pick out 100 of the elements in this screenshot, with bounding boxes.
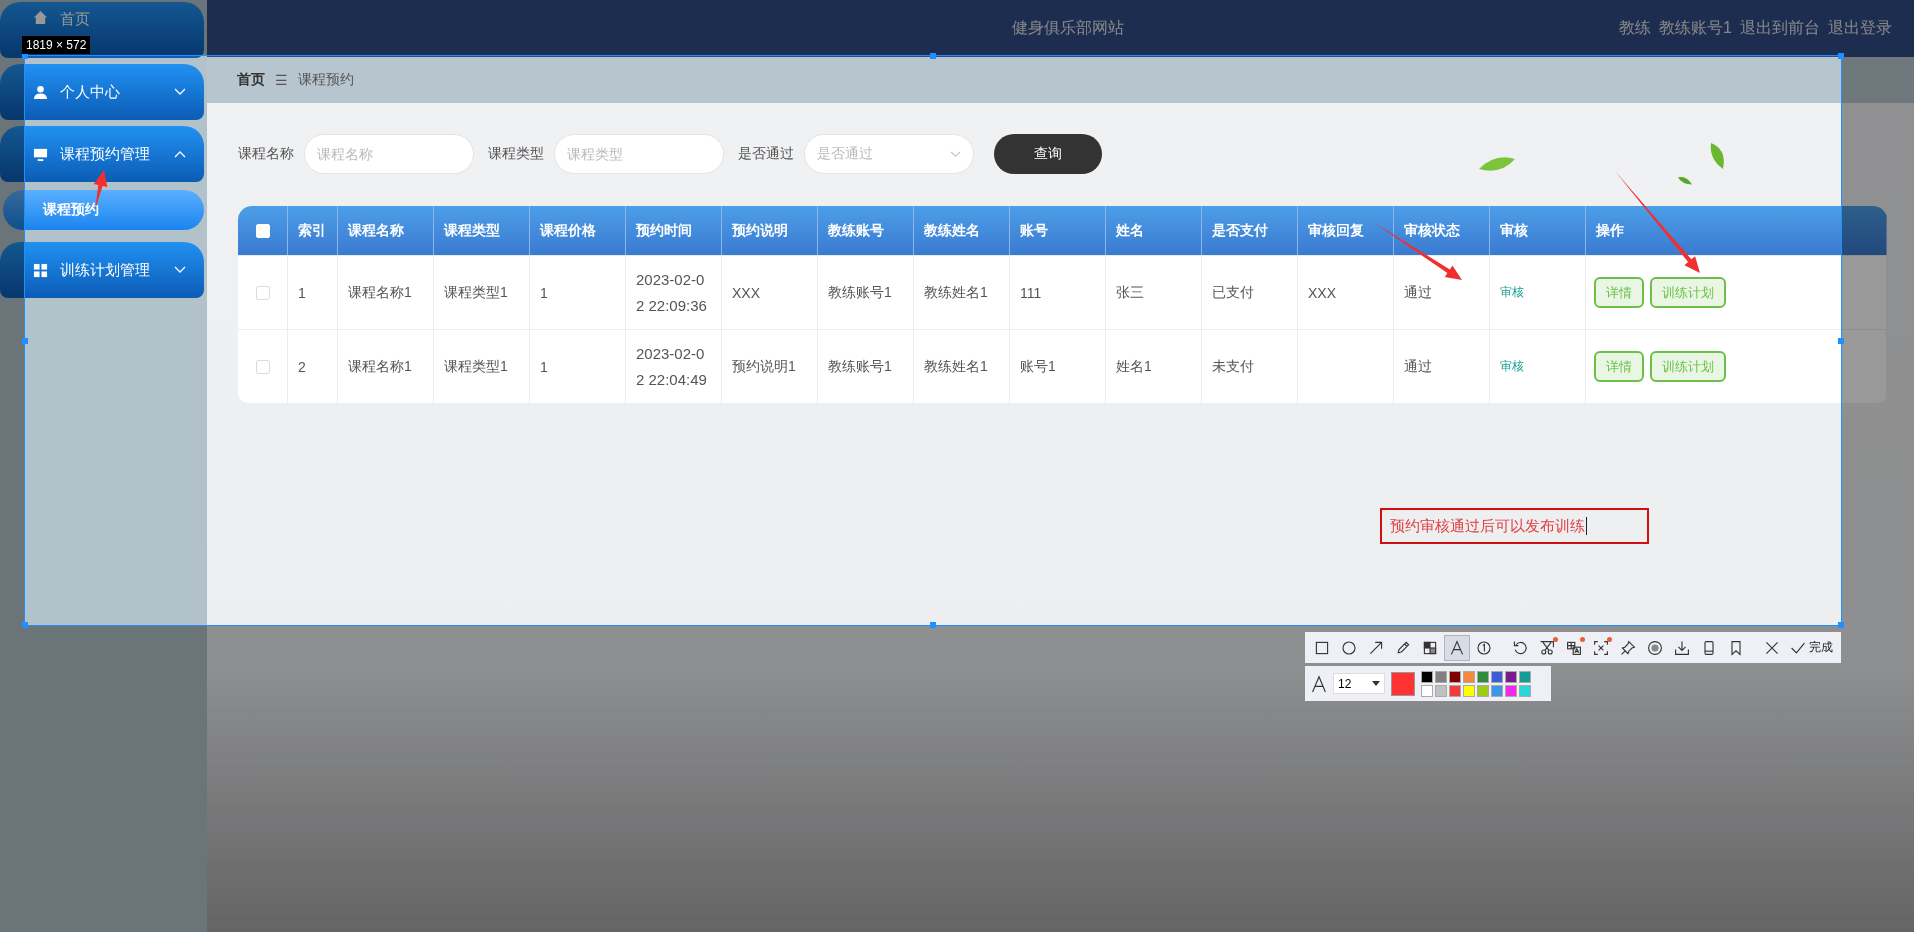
resize-handle[interactable] <box>22 622 28 628</box>
table-cell: 2 <box>298 358 306 375</box>
monitor-icon <box>33 146 48 162</box>
home-icon <box>33 10 48 25</box>
user-account: 教练账号1 <box>1659 18 1732 38</box>
color-swatch[interactable] <box>1519 684 1531 697</box>
table-cell: 未支付 <box>1212 357 1254 376</box>
color-swatch[interactable] <box>1505 670 1517 683</box>
sidebar-menu-item[interactable]: 个人中心 <box>0 64 204 120</box>
sidebar-menu-item[interactable]: 课程预约管理 <box>0 126 204 182</box>
column-header: 是否支付 <box>1212 221 1268 240</box>
search-field-label: 课程名称 <box>238 145 294 163</box>
chevron-down-icon <box>950 150 961 158</box>
dropdown-triangle-icon <box>1372 681 1380 686</box>
color-swatch[interactable] <box>1477 670 1489 683</box>
table-cell: 教练账号1 <box>828 357 892 376</box>
color-swatch[interactable] <box>1421 684 1433 697</box>
column-header: 课程名称 <box>348 221 404 240</box>
row-checkbox[interactable] <box>255 359 270 374</box>
column-header: 审核回复 <box>1308 221 1364 240</box>
record-icon <box>1647 639 1663 656</box>
column-header: 操作 <box>1596 221 1624 240</box>
site-title: 健身俱乐部网站 <box>1012 18 1124 38</box>
color-swatch[interactable] <box>1463 670 1475 683</box>
search-input[interactable]: 课程名称 <box>304 134 474 174</box>
table-cell: 通过 <box>1404 357 1432 376</box>
header-link[interactable]: 退出到前台 <box>1740 18 1820 39</box>
table-cell-text: 2023-02-02 22:09:36 <box>636 269 708 316</box>
select-all-checkbox[interactable] <box>255 223 270 238</box>
bookmark-icon <box>1728 639 1744 656</box>
table-cell: XXX <box>732 284 760 301</box>
table-cell: 课程类型1 <box>444 357 508 376</box>
search-input[interactable]: 课程类型 <box>554 134 724 174</box>
text-tool-button[interactable] <box>1444 634 1470 661</box>
person-icon <box>33 84 48 100</box>
table-cell: 课程名称1 <box>348 357 412 376</box>
table-cell: 课程名称1 <box>348 283 412 302</box>
column-header: 账号 <box>1020 221 1048 240</box>
breadcrumb-item[interactable]: 课程预约 <box>298 71 354 89</box>
table-cell: 教练账号1 <box>828 283 892 302</box>
circle-icon <box>1341 639 1357 656</box>
breadcrumb-item[interactable]: 首页 <box>237 71 265 89</box>
column-header: 预约说明 <box>732 221 788 240</box>
header-link[interactable]: 退出登录 <box>1828 18 1892 39</box>
action-button[interactable]: 详情 <box>1594 351 1644 382</box>
font-size-dropdown[interactable]: 12 <box>1333 673 1385 694</box>
color-swatch[interactable] <box>1477 684 1489 697</box>
notification-dot <box>1553 636 1558 642</box>
action-button[interactable]: 训练计划 <box>1650 351 1726 382</box>
table-cell: 通过 <box>1404 283 1432 302</box>
current-color-swatch[interactable] <box>1391 671 1415 696</box>
color-swatch[interactable] <box>1505 684 1517 697</box>
notification-dot <box>1607 636 1612 642</box>
color-swatch[interactable] <box>1463 684 1475 697</box>
pin-icon <box>1620 639 1636 656</box>
resize-handle[interactable] <box>1838 622 1844 628</box>
search-field-label: 课程类型 <box>488 145 544 163</box>
column-header: 姓名 <box>1116 221 1144 240</box>
download-icon <box>1674 639 1690 656</box>
color-swatch[interactable] <box>1491 684 1503 697</box>
resize-handle[interactable] <box>1838 337 1844 344</box>
table-cell: 1 <box>540 284 548 301</box>
font-icon <box>1311 674 1327 693</box>
breadcrumb-separator: ☰ <box>275 72 288 88</box>
numbered-circle-icon <box>1476 639 1492 656</box>
resize-handle[interactable] <box>930 53 936 59</box>
arrow-icon <box>1368 639 1384 656</box>
sidebar-submenu-item[interactable]: 课程预约 <box>3 190 204 230</box>
done-button[interactable]: 完成 <box>1786 639 1837 656</box>
color-swatch[interactable] <box>1519 670 1531 683</box>
review-link[interactable]: 审核 <box>1500 358 1524 375</box>
review-link[interactable]: 审核 <box>1500 284 1524 301</box>
color-swatch[interactable] <box>1435 670 1447 683</box>
color-swatch[interactable] <box>1449 684 1461 697</box>
color-swatch[interactable] <box>1435 684 1447 697</box>
row-checkbox[interactable] <box>255 285 270 300</box>
column-header: 课程类型 <box>444 221 500 240</box>
bracket-icon <box>1593 639 1609 656</box>
search-button[interactable]: 查询 <box>994 134 1102 174</box>
color-swatch[interactable] <box>1421 670 1433 683</box>
table-cell: 1 <box>298 284 306 301</box>
color-swatch[interactable] <box>1491 670 1503 683</box>
leaf-drawing <box>1677 175 1693 186</box>
color-swatch[interactable] <box>1449 670 1461 683</box>
column-header: 预约时间 <box>636 221 692 240</box>
resize-handle[interactable] <box>22 337 28 344</box>
action-button[interactable]: 训练计划 <box>1650 277 1726 308</box>
text-annotation[interactable]: 预约审核通过后可以发布训练 <box>1380 508 1649 544</box>
sidebar-menu-item[interactable]: 训练计划管理 <box>0 242 204 298</box>
table-cell: XXX <box>1308 284 1336 301</box>
table-cell: 教练姓名1 <box>924 357 988 376</box>
table-cell: 张三 <box>1116 283 1144 302</box>
select-field[interactable]: 是否通过 <box>804 134 974 174</box>
phone-icon <box>1701 639 1717 656</box>
action-button[interactable]: 详情 <box>1594 277 1644 308</box>
resize-handle[interactable] <box>930 622 936 628</box>
column-header: 审核状态 <box>1404 221 1460 240</box>
pencil-icon <box>1395 639 1411 656</box>
rectangle-icon <box>1314 639 1330 656</box>
resize-handle[interactable] <box>1838 53 1844 59</box>
